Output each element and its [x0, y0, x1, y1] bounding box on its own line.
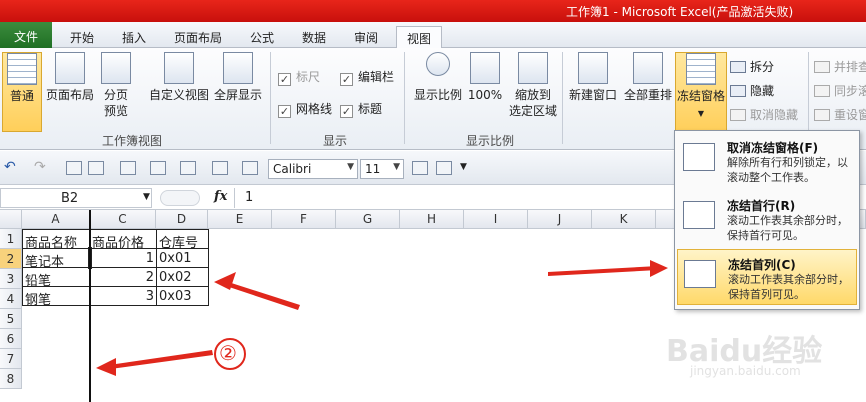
- menu-item-title: 取消冻结窗格(F): [727, 141, 819, 155]
- menu-item-title: 冻结首行(R): [727, 199, 796, 213]
- menu-item-freeze-first-column[interactable]: 冻结首列(C) 滚动工作表其余部分时，保持首列可见。: [677, 249, 857, 305]
- menu-item-unfreeze[interactable]: 取消冻结窗格(F) 解除所有行和列锁定，以滚动整个工作表。: [677, 133, 857, 189]
- freeze-panes-menu: 取消冻结窗格(F) 解除所有行和列锁定，以滚动整个工作表。 冻结首行(R) 滚动…: [674, 130, 860, 310]
- arrowhead-icon: [96, 358, 116, 376]
- menu-item-freeze-top-row[interactable]: 冻结首行(R) 滚动工作表其余部分时，保持首行可见。: [677, 191, 857, 247]
- menu-item-desc: 解除所有行和列锁定，以滚动整个工作表。: [727, 156, 848, 184]
- freeze-first-column-icon: [684, 260, 716, 288]
- unfreeze-icon: [683, 143, 715, 171]
- arrowhead-icon: [650, 260, 668, 277]
- menu-item-title: 冻结首列(C): [728, 258, 796, 272]
- step-number: ②: [219, 341, 237, 365]
- arrow-to-menu-icon: [548, 266, 658, 276]
- menu-item-desc: 滚动工作表其余部分时，保持首行可见。: [727, 214, 848, 242]
- arrow-to-freeze-line-icon: [102, 350, 213, 370]
- watermark-url: jingyan.baidu.com: [690, 364, 801, 378]
- menu-item-desc: 滚动工作表其余部分时，保持首列可见。: [728, 273, 849, 301]
- arrow-to-data-icon: [220, 280, 300, 310]
- freeze-top-row-icon: [683, 201, 715, 229]
